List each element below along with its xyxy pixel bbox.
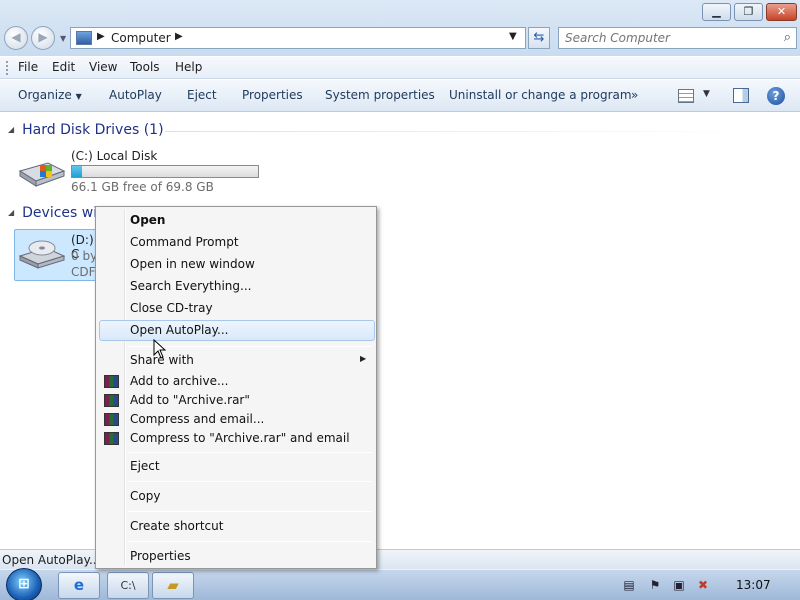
forward-arrow-icon: ▶ [38, 30, 48, 44]
search-box[interactable]: ⌕ [558, 27, 797, 49]
winrar-icon [104, 432, 119, 445]
taskbar-internet-explorer[interactable]: e [58, 572, 100, 599]
collapse-triangle-icon: ◢ [8, 208, 15, 217]
help-icon[interactable]: ? [767, 87, 785, 105]
organize-button[interactable]: Organize ▼ [18, 88, 82, 102]
forward-button[interactable]: ▶ [31, 26, 55, 50]
change-view-icon[interactable] [678, 89, 694, 103]
autoplay-button[interactable]: AutoPlay [109, 88, 162, 102]
drive-item-d[interactable]: (D:) C 0 byt CDFS [14, 229, 104, 281]
volume-muted-icon[interactable]: ✖ [696, 578, 710, 592]
minimize-icon: ▁ [712, 5, 721, 18]
context-item-close-cd-tray[interactable]: Close CD-tray [130, 301, 213, 315]
minimize-button[interactable]: ▁ [702, 3, 731, 21]
context-item-compress-archive-email[interactable]: Compress to "Archive.rar" and email [130, 431, 350, 445]
search-icon[interactable]: ⌕ [784, 30, 791, 45]
context-item-properties[interactable]: Properties [130, 549, 191, 563]
eject-button[interactable]: Eject [187, 88, 217, 102]
windows-logo-icon: ⊞ [18, 576, 30, 592]
back-arrow-icon: ◀ [11, 30, 21, 44]
search-input[interactable] [565, 29, 765, 47]
view-options-chevron-icon[interactable]: ▼ [703, 89, 710, 99]
close-button[interactable]: ✕ [766, 3, 797, 21]
mouse-pointer-icon [153, 339, 167, 359]
disk-usage-fill [72, 166, 82, 177]
chevron-down-icon: ▼ [75, 92, 82, 101]
recent-pages-chevron-icon[interactable]: ▼ [60, 34, 66, 43]
context-item-add-to-archive-rar[interactable]: Add to "Archive.rar" [130, 393, 250, 407]
context-item-command-prompt[interactable]: Command Prompt [130, 235, 239, 249]
address-bar[interactable]: ▶ Computer ▶ ▼ [70, 27, 526, 49]
group-title: Hard Disk Drives (1) [22, 122, 164, 138]
network-icon[interactable]: ▣ [672, 578, 686, 592]
breadcrumb-chevron-icon[interactable]: ▶ [175, 31, 183, 42]
submenu-arrow-icon: ▶ [360, 354, 367, 363]
context-item-open-autoplay[interactable]: Open AutoPlay... [130, 323, 228, 337]
menu-grip [6, 61, 9, 75]
cd-drive-icon [18, 240, 66, 269]
back-button[interactable]: ◀ [4, 26, 28, 50]
window-frame: ▁ ❐ ✕ ◀ ▶ ▼ ▶ Computer ▶ ▼ ⇆ ⌕ [0, 0, 800, 56]
winrar-icon [104, 375, 119, 388]
context-menu: Open Command Prompt Open in new window S… [95, 206, 377, 569]
more-commands-button[interactable]: » [631, 88, 638, 102]
menu-edit[interactable]: Edit [52, 60, 75, 74]
breadcrumb-chevron-icon[interactable]: ▶ [97, 31, 105, 42]
menu-tools[interactable]: Tools [130, 60, 160, 74]
refresh-button[interactable]: ⇆ [528, 27, 550, 49]
hard-disk-icon [18, 162, 66, 187]
uninstall-button[interactable]: Uninstall or change a program [449, 88, 632, 102]
drive-label: (C:) Local Disk [71, 149, 158, 163]
menu-separator [128, 481, 372, 482]
winrar-icon [104, 413, 119, 426]
close-icon: ✕ [776, 5, 787, 18]
context-item-compress-email[interactable]: Compress and email... [130, 412, 264, 426]
organize-label: Organize [18, 88, 72, 102]
system-properties-button[interactable]: System properties [325, 88, 435, 102]
start-button[interactable]: ⊞ [6, 568, 42, 600]
maximize-icon: ❐ [743, 5, 754, 18]
context-item-copy[interactable]: Copy [130, 489, 160, 503]
menu-separator [128, 511, 372, 512]
menu-separator [128, 452, 372, 453]
winrar-icon [104, 394, 119, 407]
group-divider [165, 131, 765, 132]
properties-button[interactable]: Properties [242, 88, 303, 102]
maximize-button[interactable]: ❐ [734, 3, 763, 21]
menu-help[interactable]: Help [175, 60, 202, 74]
context-item-search-everything[interactable]: Search Everything... [130, 279, 251, 293]
address-dropdown-icon[interactable]: ▼ [509, 31, 517, 42]
context-item-create-shortcut[interactable]: Create shortcut [130, 519, 223, 533]
status-text: Open AutoPlay... [2, 553, 101, 567]
clock[interactable]: 13:07 [736, 578, 771, 592]
disk-usage-bar [71, 165, 259, 178]
drive-free-space: 66.1 GB free of 69.8 GB [71, 180, 214, 194]
menu-file[interactable]: File [18, 60, 38, 74]
group-header-hard-disks[interactable]: ◢ Hard Disk Drives (1) [8, 122, 164, 138]
preview-pane-icon[interactable] [733, 88, 749, 103]
menu-separator [128, 541, 372, 542]
menu-view[interactable]: View [89, 60, 117, 74]
command-bar: Organize ▼ AutoPlay Eject Properties Sys… [0, 80, 800, 112]
context-item-open[interactable]: Open [130, 213, 165, 227]
document-tray-icon[interactable]: ▤ [622, 578, 636, 592]
taskbar-command-prompt[interactable]: C:\ [107, 572, 149, 599]
computer-icon [76, 31, 92, 45]
context-item-add-to-archive[interactable]: Add to archive... [130, 374, 228, 388]
menu-bar: File Edit View Tools Help [0, 57, 800, 79]
drive-item-c[interactable]: (C:) Local Disk 66.1 GB free of 69.8 GB [14, 147, 264, 197]
taskbar-windows-explorer[interactable]: ▰ [152, 572, 194, 599]
action-center-flag-icon[interactable]: ⚑ [648, 578, 662, 592]
context-item-open-new-window[interactable]: Open in new window [130, 257, 255, 271]
collapse-triangle-icon: ◢ [8, 125, 15, 134]
breadcrumb-computer[interactable]: Computer [111, 31, 171, 45]
taskbar: ⊞ e C:\ ▰ ▤ ⚑ ▣ ✖ 13:07 [0, 568, 800, 600]
context-item-eject[interactable]: Eject [130, 459, 160, 473]
